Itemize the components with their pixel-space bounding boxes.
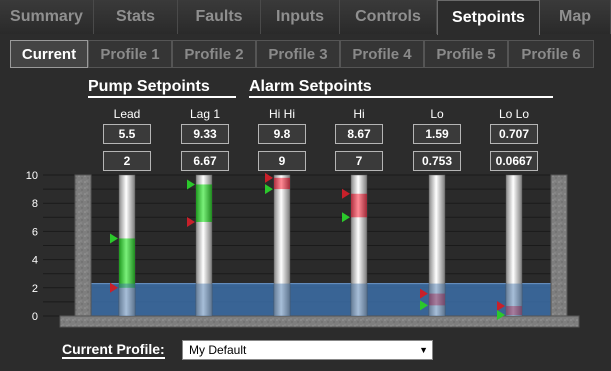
lolo-on-value[interactable]: 0.707 [490, 124, 538, 144]
column-label-lead: Lead [113, 107, 141, 121]
y-tick-label: 4 [32, 255, 38, 267]
lead-on-value[interactable]: 5.5 [103, 124, 151, 144]
y-tick-label: 8 [32, 198, 38, 210]
current-profile-label: Current Profile: [62, 341, 165, 359]
tube-band-0 [119, 238, 135, 288]
lag1-on-value[interactable]: 9.33 [181, 124, 229, 144]
pump-setpoints-heading: Pump Setpoints [88, 78, 236, 98]
tube-water-3 [351, 283, 367, 316]
y-tick-label: 2 [32, 283, 38, 295]
chevron-down-icon[interactable]: ▼ [419, 341, 428, 359]
current-profile-select[interactable]: My Default ▼ [182, 340, 433, 360]
tab-setpoints[interactable]: Setpoints [437, 0, 540, 35]
main-tab-bar: Summary Stats Faults Inputs Controls Set… [0, 0, 611, 35]
y-tick-label: 6 [32, 226, 38, 238]
left-wall [74, 174, 92, 321]
column-label-lo: Lo [430, 107, 444, 121]
y-tick-label: 10 [26, 170, 38, 182]
wet-well-level-chart: 10 8 6 4 2 0 [26, 170, 580, 328]
tab-faults[interactable]: Faults [178, 0, 261, 34]
tube-water-1 [196, 283, 212, 316]
tab-profile-6[interactable]: Profile 6 [508, 40, 594, 68]
tab-stats[interactable]: Stats [94, 0, 178, 34]
alarm-setpoints-heading: Alarm Setpoints [249, 78, 553, 98]
column-label-hihi: Hi Hi [269, 107, 295, 121]
tab-current[interactable]: Current [10, 40, 88, 68]
y-axis-ticks: 10 8 6 4 2 0 [26, 170, 38, 323]
tab-map[interactable]: Map [540, 0, 611, 34]
current-profile-value: My Default [189, 343, 247, 357]
tab-inputs[interactable]: Inputs [261, 0, 340, 34]
right-wall [550, 174, 568, 321]
tab-controls[interactable]: Controls [340, 0, 437, 34]
well-floor [59, 315, 580, 328]
tab-summary[interactable]: Summary [0, 0, 94, 34]
tube-water-4 [429, 283, 445, 316]
tab-profile-1[interactable]: Profile 1 [88, 40, 172, 68]
tube-water-5 [506, 283, 522, 316]
hihi-on-value[interactable]: 9.8 [258, 124, 306, 144]
column-label-lolo: Lo Lo [498, 107, 530, 121]
tab-profile-4[interactable]: Profile 4 [340, 40, 424, 68]
lo-on-value[interactable]: 1.59 [413, 124, 461, 144]
water-level [91, 283, 551, 316]
tube-band-1 [196, 184, 212, 222]
profile-tab-bar: Current Profile 1 Profile 2 Profile 3 Pr… [10, 40, 594, 68]
water-fill [91, 283, 551, 316]
tab-profile-5[interactable]: Profile 5 [424, 40, 508, 68]
tab-profile-3[interactable]: Profile 3 [256, 40, 340, 68]
tube-band-2 [274, 177, 290, 190]
tube-water-0 [119, 283, 135, 316]
column-label-hi: Hi [353, 107, 365, 121]
column-label-lag1: Lag 1 [189, 107, 221, 121]
hi-on-value[interactable]: 8.67 [335, 124, 383, 144]
tab-profile-2[interactable]: Profile 2 [172, 40, 256, 68]
tube-water-2 [274, 283, 290, 316]
tube-band-3 [351, 193, 367, 218]
y-tick-label: 0 [32, 311, 38, 323]
